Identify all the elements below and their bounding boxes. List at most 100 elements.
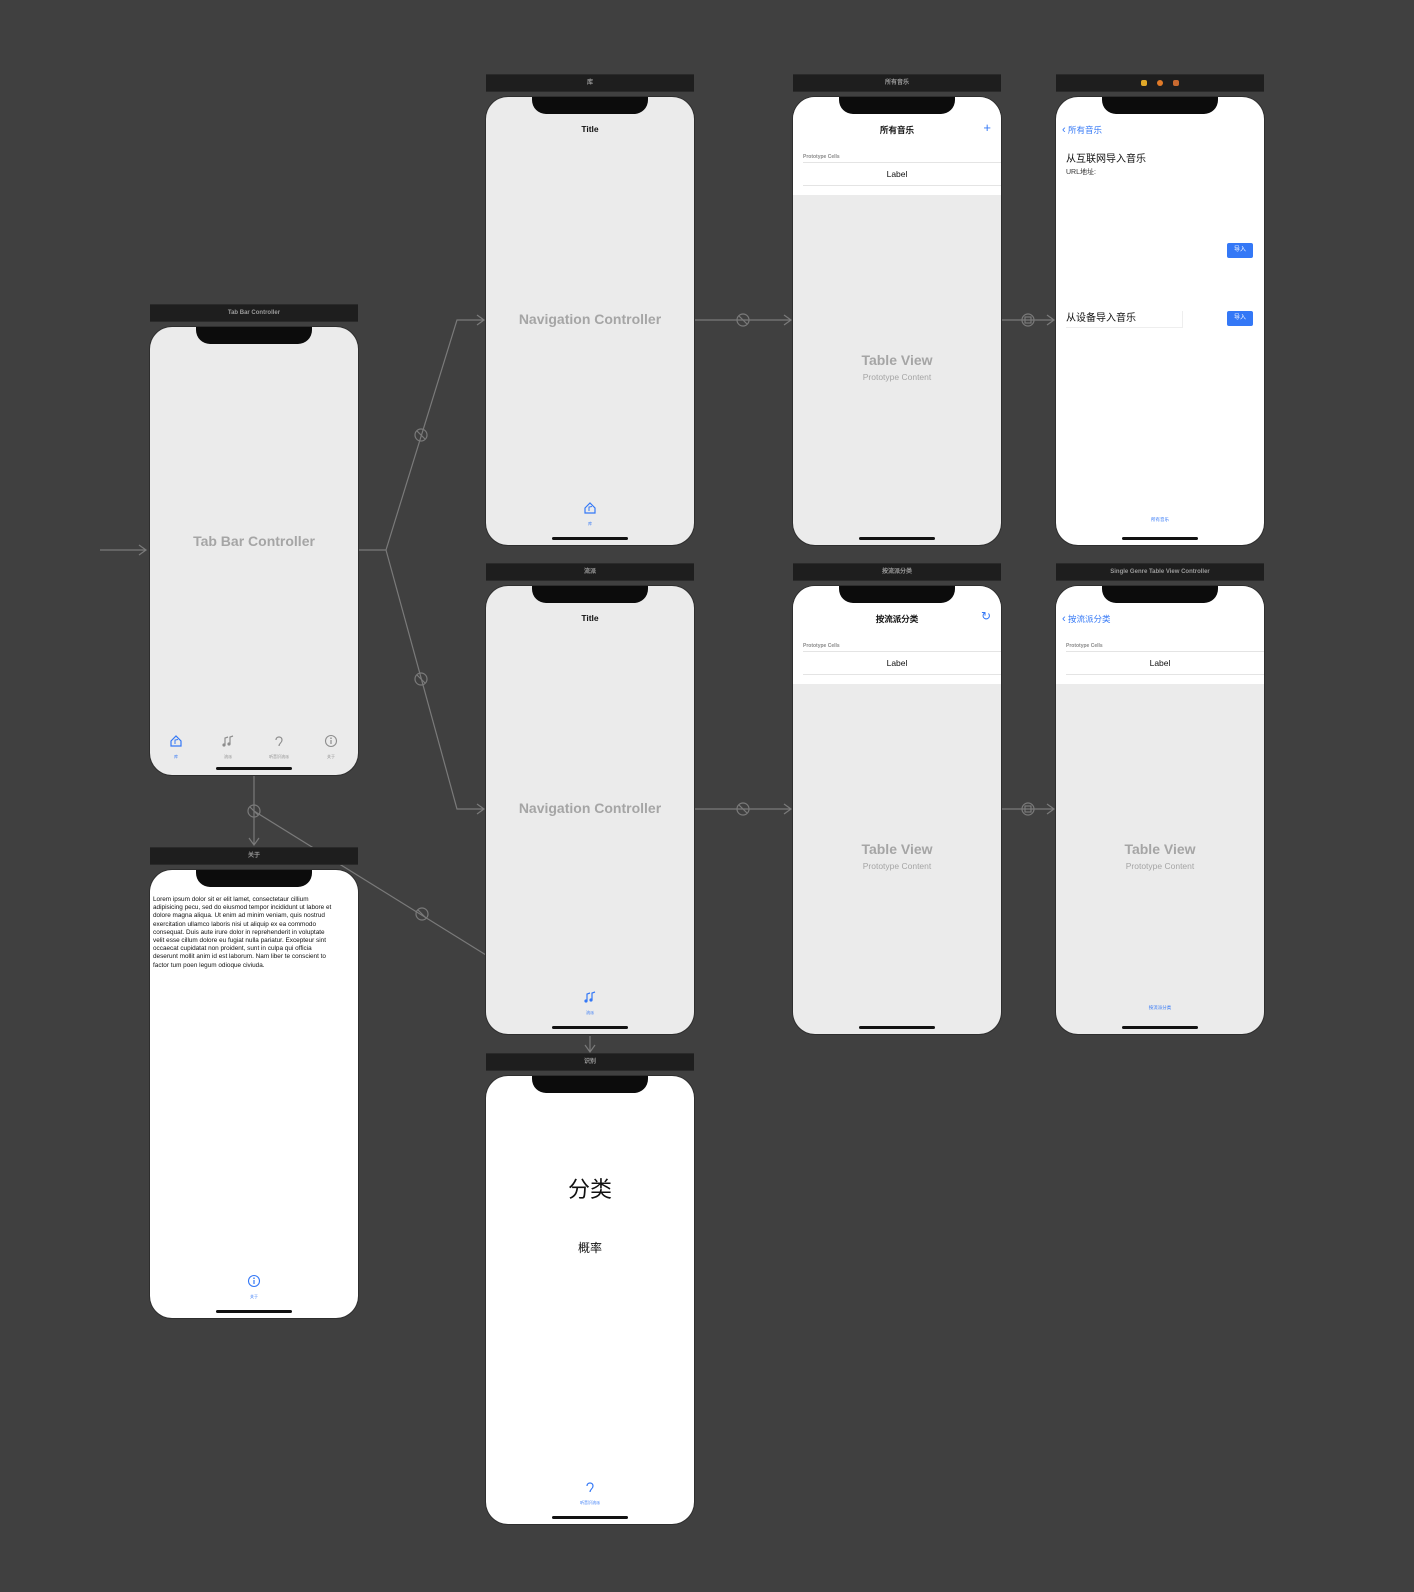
table-view-label: Table View (861, 841, 933, 857)
class-label: 分类 (567, 1177, 612, 1202)
notch (839, 586, 955, 603)
house-music-icon (170, 735, 182, 747)
phone-frame: Lorem ipsum dolor sit er elit lamet, con… (150, 870, 358, 1318)
import-device-button[interactable]: 导入 (1227, 311, 1253, 326)
scene-title-bar: 识别 (486, 1053, 694, 1071)
all-music-scene[interactable]: 所有音乐 所有音乐 + Prototype Cells Label Table … (793, 74, 1001, 545)
notch (1102, 586, 1218, 603)
probability-label: 概率 (577, 1241, 602, 1255)
phone-frame: 所有音乐 + Prototype Cells Label Table View … (793, 97, 1001, 545)
cell-label: Label (886, 169, 908, 179)
back-button[interactable]: ‹ 按流派分类 (1062, 613, 1111, 625)
tab-bar-controller-scene[interactable]: Tab Bar Controller Tab Bar Controller 库 … (150, 304, 358, 775)
notch (1102, 97, 1218, 114)
back-button[interactable]: ‹ 所有音乐 (1062, 124, 1102, 136)
table-view-label: Table View (861, 352, 933, 368)
notch (532, 586, 648, 603)
phone-frame: ‹ 按流派分类 Prototype Cells Label Table View… (1056, 586, 1264, 1034)
tab-label: 库 (588, 521, 592, 526)
tab-label: 听音识流派 (269, 754, 289, 759)
cell-label: Label (1149, 658, 1171, 668)
genre-table-scene[interactable]: 按流派分类 按流派分类 ↻ Prototype Cells Label Tabl… (793, 563, 1001, 1034)
scene-title-bar (1056, 74, 1264, 92)
single-genre-scene[interactable]: Single Genre Table View Controller ‹ 按流派… (1056, 563, 1264, 1034)
segue-tab-to-library (358, 314, 486, 551)
about-scene[interactable]: 关于 Lorem ipsum dolor sit er elit lamet, … (150, 847, 358, 1318)
scene-title-bar: 按流派分类 (793, 563, 1001, 581)
nav-title: 按流派分类 (875, 614, 919, 624)
about-body-text: Lorem ipsum dolor sit er elit lamet, con… (153, 896, 332, 969)
tab-label: 流派 (586, 1010, 594, 1015)
nav-title: 所有音乐 (879, 125, 914, 135)
tab-label: 关于 (250, 1294, 258, 1299)
tab-listen-recognize[interactable]: 听音识流派 (570, 1480, 610, 1506)
tab-label: 库 (174, 754, 178, 759)
import-music-scene[interactable]: ‹ 所有音乐 从互联网导入音乐 URL地址: 导入 从设备导入音乐 导入 所有音… (1056, 74, 1264, 545)
tab-genre[interactable]: 流派 (570, 990, 610, 1016)
tab-label: 听音识流派 (580, 1500, 600, 1505)
info-circle-icon (247, 1274, 261, 1288)
home-indicator (1122, 1026, 1198, 1029)
internet-import-title: 从互联网导入音乐 (1066, 154, 1146, 165)
phone-frame: ‹ 所有音乐 从互联网导入音乐 URL地址: 导入 从设备导入音乐 导入 所有音… (1056, 97, 1264, 545)
prototype-cells-header: Prototype Cells (1066, 643, 1103, 649)
music-notes-icon (222, 735, 234, 747)
navigation-controller-label: Navigation Controller (518, 311, 662, 327)
view-controller-icon (1141, 80, 1147, 86)
table-row[interactable]: Label (803, 162, 1001, 186)
notch (532, 97, 648, 114)
scene-title-bar: 关于 (150, 847, 358, 865)
exit-icon (1173, 80, 1179, 86)
scene-title-bar: Single Genre Table View Controller (1056, 563, 1264, 581)
segue-tab-to-about (248, 775, 260, 847)
phone-frame: Tab Bar Controller 库 流派 听音识流派 关于 (150, 327, 358, 775)
recognize-scene[interactable]: 识别 分类 概率 听音识流派 (486, 1053, 694, 1524)
table-view-label: Table View (1124, 841, 1196, 857)
tab-genre[interactable]: 流派 (208, 734, 248, 760)
first-responder-icon (1157, 80, 1163, 86)
refresh-icon[interactable]: ↻ (981, 610, 991, 623)
info-circle-icon (324, 734, 338, 748)
notch (839, 97, 955, 114)
segue-tab-to-genre (385, 549, 486, 815)
nav-title: Title (581, 124, 599, 134)
tab-label: 流派 (224, 754, 232, 759)
nav-title: Title (581, 613, 599, 623)
scene-title-bar: 所有音乐 (793, 74, 1001, 92)
add-icon[interactable]: + (983, 121, 991, 134)
tab-library[interactable]: 库 (156, 734, 196, 760)
library-navigation-scene[interactable]: 库 Title Navigation Controller 库 (486, 74, 694, 545)
home-indicator (552, 537, 628, 540)
prototype-content-label: Prototype Content (862, 372, 932, 382)
scene-title-bar: 库 (486, 74, 694, 92)
home-indicator (859, 1026, 935, 1029)
house-music-icon (584, 502, 596, 514)
phone-frame: 按流派分类 ↻ Prototype Cells Label Table View… (793, 586, 1001, 1034)
import-url-button[interactable]: 导入 (1227, 243, 1253, 258)
home-indicator (1122, 537, 1198, 540)
home-indicator (216, 767, 292, 770)
music-notes-icon (584, 991, 596, 1003)
home-indicator (552, 1026, 628, 1029)
tab-about[interactable]: 关于 (234, 1274, 274, 1300)
tab-listen-recognize[interactable]: 听音识流派 (259, 734, 299, 760)
notch (196, 870, 312, 887)
device-import-field[interactable]: 从设备导入音乐 (1066, 311, 1183, 328)
phone-frame: Title Navigation Controller 流派 (486, 586, 694, 1034)
tab-label[interactable]: 按流派分类 (1056, 1005, 1264, 1011)
genre-navigation-scene[interactable]: 流派 Title Navigation Controller 流派 (486, 563, 694, 1034)
tab-about[interactable]: 关于 (311, 734, 351, 760)
prototype-content-label: Prototype Content (1125, 861, 1195, 871)
chevron-left-icon: ‹ (1062, 124, 1066, 136)
home-indicator (859, 537, 935, 540)
navigation-controller-label: Navigation Controller (518, 800, 662, 816)
table-row[interactable]: Label (1066, 651, 1264, 675)
table-row[interactable]: Label (803, 651, 1001, 675)
segue-genre-to-recognize (584, 1036, 596, 1054)
tab-library[interactable]: 库 (570, 501, 610, 527)
home-indicator (216, 1310, 292, 1313)
notch (532, 1076, 648, 1093)
back-label: 按流派分类 (1068, 614, 1111, 624)
phone-frame: Title Navigation Controller 库 (486, 97, 694, 545)
tab-label[interactable]: 所有音乐 (1056, 517, 1264, 523)
